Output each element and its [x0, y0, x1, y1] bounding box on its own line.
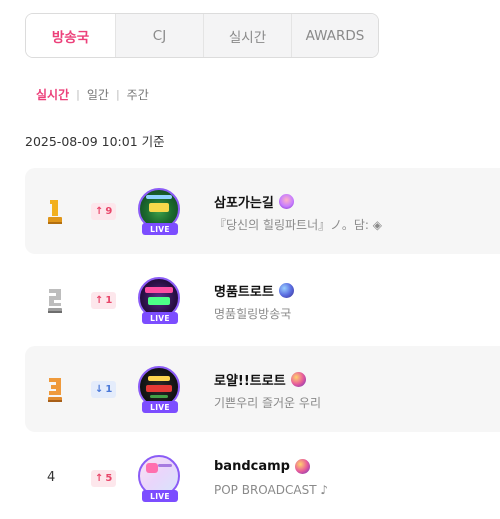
rank-change-badge: ↓ 1 [91, 381, 117, 398]
tab-awards[interactable]: AWARDS [291, 14, 378, 57]
station-description: 기쁜우리 즐거운 우리 [214, 396, 321, 410]
station-description: 명품힐링방송국 [214, 307, 292, 321]
arrow-up-icon: ↑ [95, 295, 104, 306]
station-name-text: 명품트로트 [214, 285, 274, 300]
station-name-text: 삼포가는길 [214, 196, 274, 211]
rank-change-value: 9 [105, 206, 113, 217]
arrow-up-icon: ↑ [95, 206, 104, 217]
rank-change-badge: ↑ 5 [91, 470, 117, 487]
period-separator: | [76, 88, 80, 101]
station-name[interactable]: 로얄!!트로트 [214, 370, 306, 389]
planet-emoji-icon [290, 372, 306, 387]
ranking-row[interactable]: 4 ↑ 5 LIVE bandcamp POP BROADCAST ♪ [25, 435, 500, 519]
station-description: POP BROADCAST ♪ [214, 483, 328, 497]
rank-change-value: 5 [105, 473, 113, 484]
station-name[interactable]: 삼포가는길 [214, 192, 294, 211]
arrow-down-icon: ↓ [95, 384, 104, 395]
rank-change-value: 1 [105, 295, 113, 306]
period-separator: | [115, 88, 120, 101]
station-name[interactable]: 명품트로트 [214, 281, 294, 300]
period-daily[interactable]: 일간 [87, 86, 109, 103]
bronze-medal-icon [48, 378, 62, 402]
silver-medal-icon [48, 289, 62, 313]
period-weekly[interactable]: 주간 [127, 86, 149, 103]
live-badge: LIVE [142, 312, 178, 324]
station-name[interactable]: bandcamp [214, 459, 310, 474]
arrow-up-icon: ↑ [95, 473, 104, 484]
tab-broadcaster[interactable]: 방송국 [26, 14, 115, 57]
live-badge: LIVE [142, 490, 178, 502]
tab-cj[interactable]: CJ [115, 14, 203, 57]
tab-realtime[interactable]: 실시간 [203, 14, 291, 57]
people-emoji-icon [278, 194, 294, 209]
planet-emoji-icon [278, 283, 294, 298]
live-badge: LIVE [142, 401, 178, 413]
station-name-text: bandcamp [214, 459, 290, 474]
station-name-text: 로얄!!트로트 [214, 374, 286, 389]
rank-number: 4 [47, 470, 56, 485]
ranking-row[interactable]: ↑ 1 LIVE 명품트로트 명품힐링방송국 [25, 257, 500, 343]
period-filter: 실시간 | 일간 | 주간 [36, 86, 149, 103]
period-realtime[interactable]: 실시간 [36, 86, 69, 103]
ranking-timestamp: 2025-08-09 10:01 기준 [25, 134, 165, 149]
rank-change-badge: ↑ 9 [91, 203, 117, 220]
planet-emoji-icon [294, 459, 310, 474]
rank-change-value: 1 [105, 384, 113, 395]
live-badge: LIVE [142, 223, 178, 235]
category-tabs: 방송국 CJ 실시간 AWARDS [25, 13, 379, 58]
ranking-row[interactable]: ↓ 1 LIVE 로얄!!트로트 기쁜우리 즐거운 우리 [25, 346, 500, 432]
ranking-row[interactable]: ↑ 9 LIVE 삼포가는길 『당신의 힐링파트너』ノ。담: ◈ [25, 168, 500, 254]
gold-medal-icon [48, 200, 62, 224]
station-description: 『당신의 힐링파트너』ノ。담: ◈ [214, 218, 383, 232]
rank-change-badge: ↑ 1 [91, 292, 117, 309]
